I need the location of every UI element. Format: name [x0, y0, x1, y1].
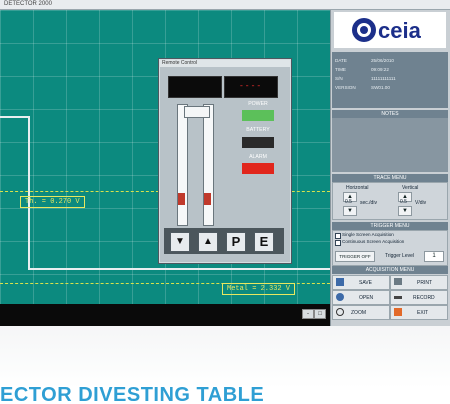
- window-titlebar: DETECTOR 2000: [0, 0, 450, 10]
- trigger-off-button[interactable]: TRIGGER OFF: [335, 251, 375, 262]
- dialog-title: Remote Control: [160, 60, 290, 67]
- left-slider-track[interactable]: [177, 104, 188, 226]
- save-icon: [336, 278, 344, 286]
- single-acquisition-checkbox[interactable]: [335, 233, 341, 239]
- horizontal-value: 0.5: [345, 199, 352, 205]
- vertical-label: Vertical: [402, 185, 419, 191]
- display-right-text: ----: [239, 82, 263, 91]
- continuous-acquisition-checkbox[interactable]: [335, 240, 341, 246]
- print-icon: [394, 278, 402, 285]
- trigger-level-label: Trigger Level: [385, 253, 414, 259]
- trigger-level-input[interactable]: 1: [424, 251, 444, 262]
- alarm-lamp: [242, 163, 274, 174]
- info-box: DATE 25/06/2010 TIME 09:09:22 S/N 111111111…: [332, 52, 448, 108]
- power-label: POWER: [248, 101, 268, 107]
- notes-area[interactable]: [332, 118, 448, 172]
- minimize-button[interactable]: -: [302, 309, 314, 319]
- window-title: DETECTOR 2000: [4, 1, 52, 7]
- left-slider-marker: [178, 193, 185, 205]
- open-icon: [336, 293, 344, 301]
- display-right: ----: [224, 76, 278, 98]
- save-button[interactable]: SAVE: [332, 275, 390, 290]
- horizontal-label: Horizontal: [346, 185, 369, 191]
- e-button[interactable]: E: [254, 232, 274, 252]
- up-button[interactable]: ▲: [198, 232, 218, 252]
- right-slider-track[interactable]: [203, 104, 214, 226]
- record-button[interactable]: RECORD: [390, 290, 448, 305]
- p-button[interactable]: P: [226, 232, 246, 252]
- ceia-logo-icon: ceia: [352, 18, 422, 43]
- logo-text: ceia: [378, 18, 422, 43]
- magnifier-icon: [336, 308, 344, 316]
- exit-button[interactable]: EXIT: [390, 305, 448, 320]
- power-lamp: [242, 110, 274, 121]
- page-heading: ECTOR DIVESTING TABLE: [0, 386, 265, 404]
- info-row: S/N 11111111111: [335, 76, 396, 81]
- right-slider-marker: [204, 193, 211, 205]
- reflection-band: [0, 326, 450, 388]
- battery-label: BATTERY: [246, 127, 270, 133]
- vertical-unit: V/div: [415, 200, 427, 206]
- info-row: TIME 09:09:22: [335, 67, 389, 72]
- vertical-down-button[interactable]: ▼: [398, 206, 412, 216]
- display-left: [168, 76, 222, 98]
- record-icon: [394, 296, 402, 299]
- battery-lamp: [242, 137, 274, 148]
- alarm-label: ALARM: [249, 154, 267, 160]
- slider-tab[interactable]: [184, 106, 210, 118]
- metal-readout: Metal = 2.332 V: [222, 283, 296, 295]
- waveform-bottom: [28, 268, 330, 270]
- exit-icon: [394, 308, 402, 316]
- vertical-value: 0.5: [400, 199, 407, 205]
- horizontal-down-button[interactable]: ▼: [343, 206, 357, 216]
- print-button[interactable]: PRINT: [390, 275, 448, 290]
- horizontal-unit: sec./div: [360, 200, 377, 206]
- zoom-button[interactable]: ZOOM: [332, 305, 390, 320]
- waveform-left-vertical: [28, 116, 30, 270]
- open-button[interactable]: OPEN: [332, 290, 390, 305]
- down-button[interactable]: ▼: [170, 232, 190, 252]
- brand-logo: ceia: [334, 12, 446, 48]
- trace-menu-header: TRACE MENU: [332, 174, 448, 182]
- info-row: DATE 25/06/2010: [335, 58, 394, 63]
- trigger-menu-header: TRIGGER MENU: [332, 222, 448, 230]
- acquisition-menu-header: ACQUISITION MENU: [332, 266, 448, 274]
- single-acquisition-label: Single Screen Acquisition: [342, 232, 394, 237]
- maximize-button[interactable]: □: [314, 309, 326, 319]
- continuous-acquisition-label: Continuous Screen Acquisition: [342, 239, 405, 244]
- scope-status-bar: [0, 304, 330, 326]
- info-row: VERSION SW01.00: [335, 85, 390, 90]
- notes-header: NOTES: [332, 110, 448, 118]
- threshold-readout: Th. = 0.270 V: [20, 196, 85, 208]
- waveform-top: [0, 116, 30, 118]
